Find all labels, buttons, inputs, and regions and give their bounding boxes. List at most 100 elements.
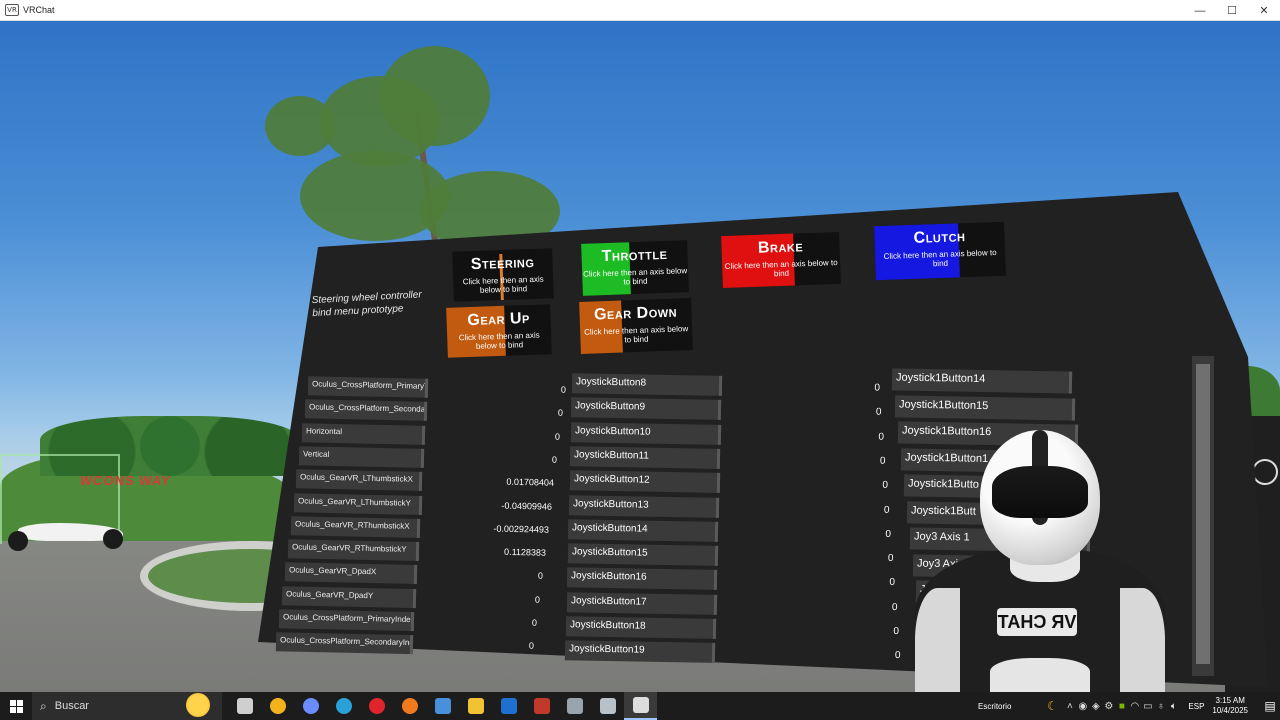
button-label: JoystickButton17 (566, 591, 717, 615)
taskbar-app-button[interactable] (459, 692, 492, 720)
throttle-bind-label: Throttle (601, 245, 668, 266)
steering-bind-button[interactable]: Steering Click here then an axis below t… (452, 248, 554, 302)
clock-date: 10/4/2025 (1212, 706, 1248, 715)
media-icon (434, 698, 451, 714)
taskbar-app-button[interactable] (360, 692, 393, 720)
clock-time: 3:15 AM (1215, 696, 1245, 705)
button-value: 0 (878, 431, 884, 443)
nvidia-icon[interactable]: ■ (1115, 701, 1128, 712)
axis-value: 0 (537, 570, 543, 582)
taskbar-app-button[interactable] (327, 692, 360, 720)
minimize-button[interactable]: — (1184, 0, 1216, 21)
button-value: 0 (885, 528, 892, 540)
button-label: JoystickButton13 (568, 494, 720, 518)
taskbar-app-button[interactable] (393, 692, 426, 720)
taskbar-app-button[interactable] (591, 692, 624, 720)
button-value: 0 (881, 479, 888, 492)
button-row[interactable]: Joystick1Button15 (894, 394, 1076, 421)
taskbar-app-button[interactable] (294, 692, 327, 720)
axis-value: 0 (534, 594, 540, 605)
start-button[interactable] (0, 692, 32, 720)
axis-value: 0 (528, 640, 535, 651)
taskbar-app-button[interactable] (525, 692, 558, 720)
axis-value: 0 (552, 454, 558, 465)
axis-label: Vertical (299, 446, 424, 468)
taskbar-app-button[interactable] (492, 692, 525, 720)
battery-icon[interactable]: ▭ (1141, 701, 1154, 712)
button-value: 0 (874, 382, 881, 394)
axis-value: 0.01708404 (506, 476, 555, 488)
axis-label: Oculus_GearVR_RThumbstickX (290, 516, 420, 538)
search-placeholder: Buscar (54, 700, 89, 712)
axis-label: Oculus_GearVR_DpadY (281, 585, 416, 608)
scrollbar-thumb[interactable] (1196, 364, 1210, 664)
tray-app-icon[interactable]: ◈ (1089, 701, 1102, 712)
button-value: 0 (880, 455, 886, 467)
tray-app-icon[interactable]: ◉ (1076, 701, 1089, 712)
chest-logo: VR CHAT (997, 608, 1077, 636)
button-label: JoystickButton15 (567, 543, 718, 566)
player-avatar: VR CHAT (905, 430, 1175, 692)
steering-bind-hint: Click here then an axis below to bind (462, 274, 544, 295)
firefox-icon (401, 698, 418, 714)
gear-up-bind-hint: Click here then an axis below to bind (458, 330, 540, 351)
taskbar-apps (228, 692, 657, 720)
button-label: JoystickButton11 (570, 446, 721, 469)
axis-value: 0 (560, 384, 567, 395)
opera-icon (368, 698, 385, 714)
axis-label: Horizontal (302, 422, 426, 445)
clutch-bind-label: Clutch (913, 228, 966, 247)
axis-label: Oculus_GearVR_RThumbstickY (287, 539, 419, 562)
button-label: JoystickButton14 (568, 519, 719, 542)
vrchat-app-icon: VR (5, 4, 19, 16)
button-value: 0 (891, 601, 898, 613)
clutch-bind-button[interactable]: Clutch Click here then an axis below to … (874, 221, 1006, 281)
microphone-icon[interactable]: ♁ (1154, 701, 1167, 712)
axis-label: Oculus_GearVR_LThumbstickX (296, 469, 423, 492)
windows-icon (9, 699, 23, 713)
button-value: 0 (889, 577, 896, 589)
clock[interactable]: 3:15 AM 10/4/2025 (1212, 696, 1248, 716)
system-tray: Escritorio ☾ ˄ ◉ ◈ ⚙ ■ ◠ ▭ ♁ 🔈︎ ESP 3:15… (978, 692, 1280, 720)
race-car (8, 511, 128, 556)
chevron-up-icon[interactable]: ˄ (1063, 701, 1076, 712)
desktop-label[interactable]: Escritorio (978, 702, 1011, 711)
wifi-icon[interactable]: ◠ (1128, 701, 1141, 712)
button-value: 0 (893, 625, 900, 638)
track-sign: WCONS WAY (78, 473, 172, 488)
brake-bind-button[interactable]: Brake Click here then an axis below to b… (721, 231, 841, 289)
vrchat-window: VR VRChat — ☐ ✕ WCONS WAY Steering wheel… (0, 0, 1280, 720)
taskbar-app-button[interactable] (228, 692, 261, 720)
copilot-icon (302, 698, 319, 714)
axis-value: 0 (557, 407, 564, 418)
tree-foliage (265, 96, 335, 156)
button-row[interactable]: Joystick1Button14 (891, 368, 1073, 394)
button-label: JoystickButton10 (570, 421, 721, 445)
close-button[interactable]: ✕ (1248, 0, 1280, 21)
axis-label: Oculus_GearVR_LThumbstickY (293, 492, 422, 515)
taskbar-app-button[interactable] (426, 692, 459, 720)
gear-up-bind-button[interactable]: Gear Up Click here then an axis below to… (446, 304, 552, 358)
taskbar-app-button[interactable] (624, 692, 657, 720)
taskbar-app-button[interactable] (261, 692, 294, 720)
taskbar-app-button[interactable] (558, 692, 591, 720)
brake-bind-label: Brake (757, 238, 804, 257)
world-icon (1252, 459, 1278, 485)
gear-down-bind-button[interactable]: Gear Down Click here then an axis below … (579, 298, 693, 354)
helmet (980, 430, 1100, 565)
weather-icon[interactable] (186, 693, 210, 717)
axis-value: -0.002924493 (492, 523, 549, 535)
maximize-button[interactable]: ☐ (1216, 0, 1248, 21)
chrome-icon (269, 698, 286, 714)
language-indicator[interactable]: ESP (1188, 702, 1204, 711)
shield-icon (599, 698, 616, 714)
notification-icon[interactable]: ▤ (1260, 699, 1280, 713)
throttle-bind-button[interactable]: Throttle Click here then an axis below t… (581, 240, 689, 296)
clutch-bind-hint: Click here then an axis below to bind (883, 248, 997, 269)
button-label: JoystickButton12 (569, 470, 720, 494)
axis-value: 0 (531, 617, 538, 628)
moon-icon[interactable]: ☾ (1041, 699, 1063, 713)
volume-icon[interactable]: 🔈︎ (1167, 701, 1180, 712)
list-scrollbar[interactable] (1192, 356, 1214, 676)
steam-icon[interactable]: ⚙ (1102, 701, 1115, 712)
